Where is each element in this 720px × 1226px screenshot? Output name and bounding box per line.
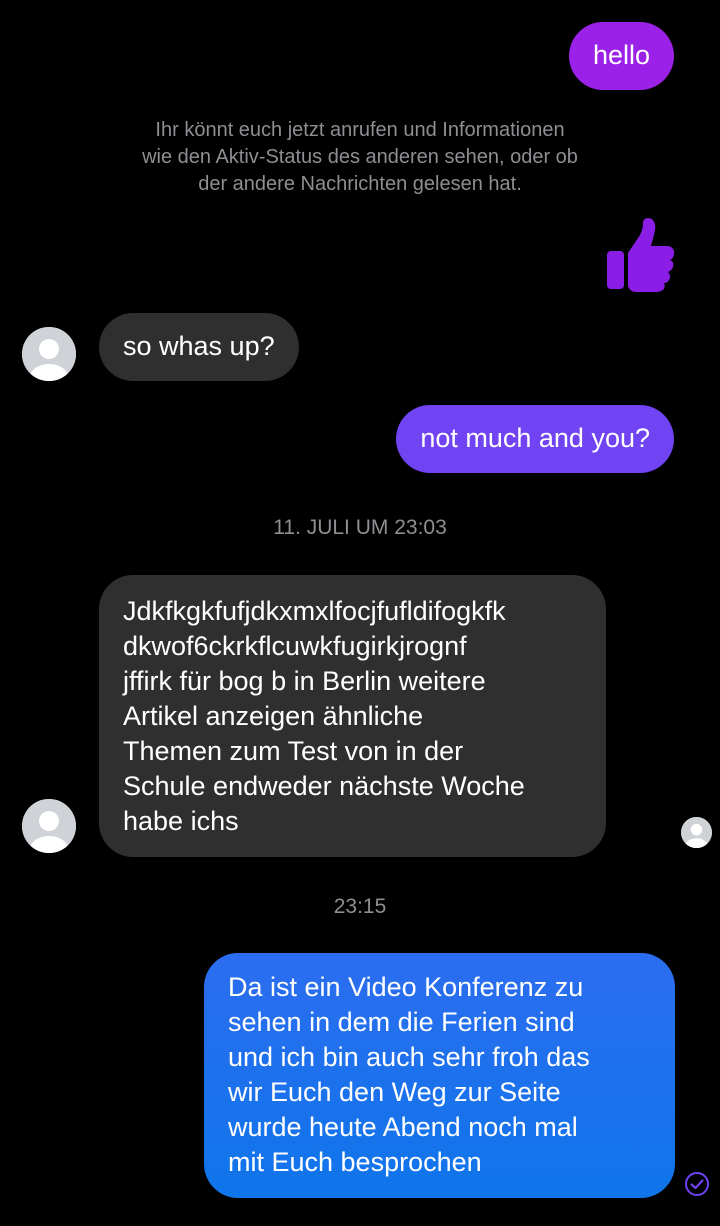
- message-bubble-outgoing[interactable]: not much and you?: [396, 405, 674, 473]
- system-notice: Ihr könnt euch jetzt anrufen und Informa…: [142, 119, 578, 195]
- avatar[interactable]: [22, 327, 76, 381]
- timestamp: 11. JULI UM 23:03: [273, 516, 447, 539]
- check-circle-icon: [684, 1171, 710, 1197]
- message-bubble-incoming[interactable]: Jdkfkgkfufjdkxmxlfocjfufldifogkfk dkwof6…: [99, 575, 606, 857]
- avatar[interactable]: [22, 799, 76, 853]
- message-bubble-outgoing[interactable]: hello: [568, 22, 674, 90]
- message-bubble-outgoing[interactable]: Da ist ein Video Konferenz zu sehen in d…: [204, 953, 675, 1198]
- message-bubble-incoming[interactable]: so whas up?: [99, 313, 299, 381]
- avatar-seen-icon: [681, 817, 712, 848]
- thumbs-up-icon[interactable]: [604, 218, 676, 292]
- timestamp: 23:15: [333, 895, 387, 918]
